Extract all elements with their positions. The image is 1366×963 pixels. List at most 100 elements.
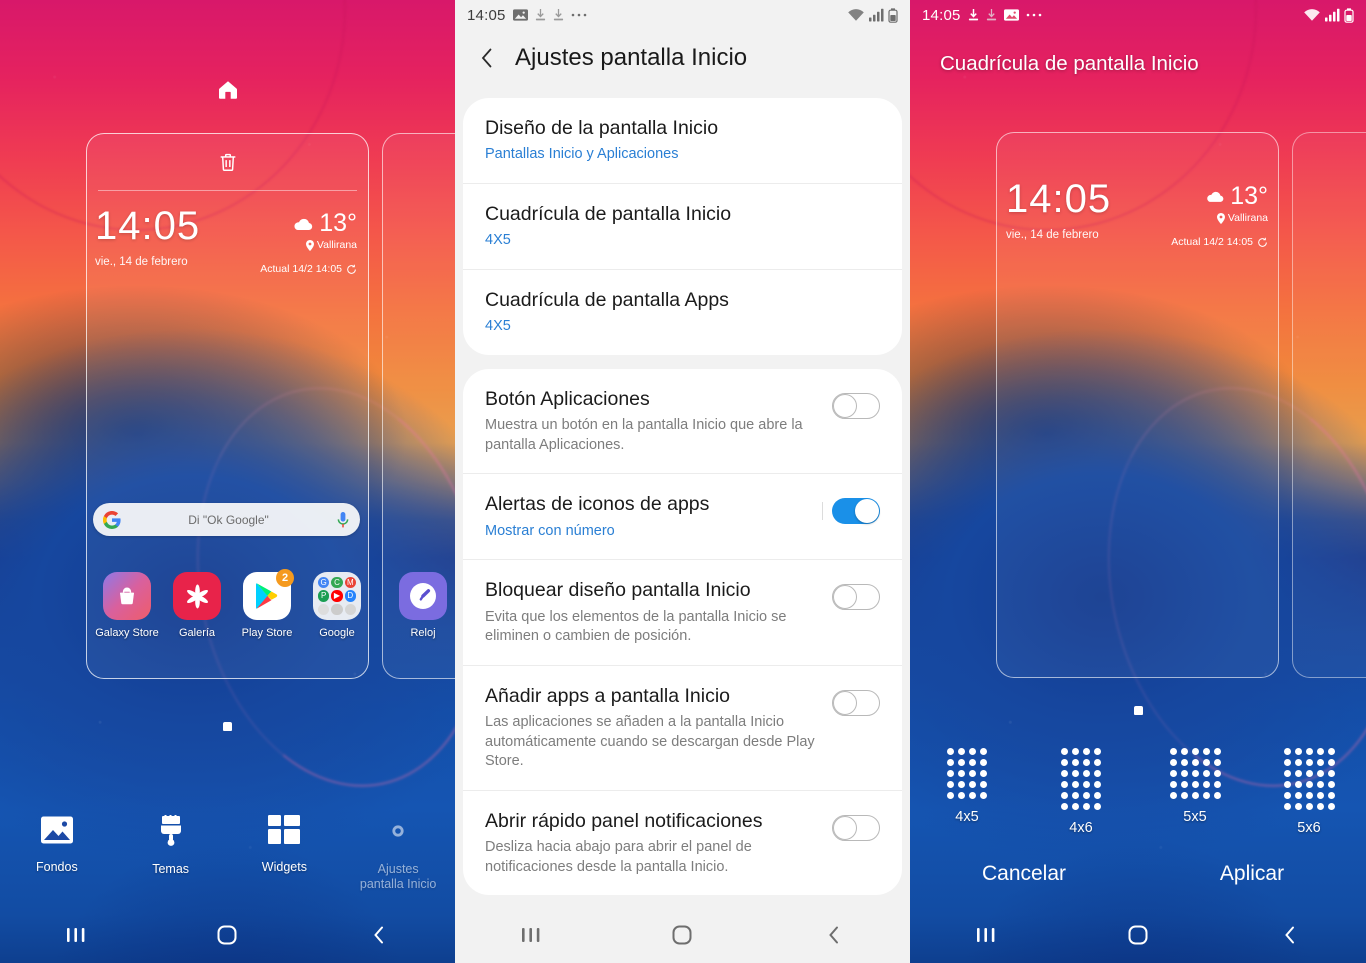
tool-temas[interactable]: Temas — [114, 814, 228, 893]
page-title: Ajustes pantalla Inicio — [515, 44, 748, 71]
toggle-alertas-iconos[interactable] — [822, 498, 880, 525]
widget-location: Vallirana — [316, 239, 357, 251]
grid-action-bar: Cancelar Aplicar — [910, 862, 1366, 886]
cancel-button[interactable]: Cancelar — [910, 862, 1138, 886]
clock-weather-widget: 14:05 vie., 14 de febrero 13° Vallirana — [1006, 178, 1276, 248]
setting-row-bloquear-diseno[interactable]: Bloquear diseño pantalla Inicio Evita qu… — [463, 559, 902, 665]
grid-option-4x6[interactable]: 4x6 — [1024, 742, 1138, 836]
back-button[interactable] — [344, 915, 414, 955]
setting-description: Muestra un botón en la pantalla Inicio q… — [485, 417, 803, 453]
clock-weather-widget[interactable]: 14:05 vie., 14 de febrero 13° Vallirana — [95, 205, 365, 275]
setting-row-alertas-iconos[interactable]: Alertas de iconos de apps Mostrar con nú… — [463, 473, 902, 559]
back-button[interactable] — [799, 915, 869, 955]
setting-row-anadir-apps[interactable]: Añadir apps a pantalla Inicio Las aplica… — [463, 664, 902, 790]
google-g-icon — [103, 510, 121, 529]
grid-option-label: 5x6 — [1297, 820, 1321, 836]
more-notifications-icon — [1026, 12, 1042, 18]
folder-app: G — [318, 577, 330, 589]
app-folder-google[interactable]: G C M P ▶ D Google — [302, 572, 372, 640]
screenshot-stage: 14:05 vie., 14 de febrero 13° Vallirana — [0, 0, 1366, 963]
app-row-current-page: Galaxy Store Galería 2 Play Store G C M … — [92, 569, 372, 640]
grid-option-label: 4x6 — [1069, 820, 1093, 836]
status-bar: 14:05 — [910, 0, 1366, 30]
toggle-boton-aplicaciones[interactable] — [832, 392, 880, 419]
app-galeria[interactable]: Galería — [162, 572, 232, 640]
home-page-preview-next[interactable] — [1292, 132, 1366, 678]
panel-home-edit-mode: 14:05 vie., 14 de febrero 13° Vallirana — [0, 0, 455, 963]
download-icon — [968, 8, 979, 22]
app-reloj[interactable]: Reloj — [388, 572, 455, 640]
widget-divider — [98, 190, 357, 191]
setting-title: Diseño de la pantalla Inicio — [485, 117, 719, 139]
settings-card-toggles: Botón Aplicaciones Muestra un botón en l… — [463, 368, 902, 896]
folder-app: ▶ — [331, 590, 343, 602]
grid-dots-preview — [947, 748, 987, 799]
grid-option-4x5[interactable]: 4x5 — [910, 742, 1024, 836]
status-bar-left: 14:05 — [922, 7, 1042, 24]
settings-card-layout: Diseño de la pantalla Inicio Pantallas I… — [463, 98, 902, 355]
widget-location-row: Vallirana — [1205, 212, 1268, 224]
page-indicator[interactable] — [910, 702, 1366, 720]
home-screen-indicator — [0, 78, 455, 107]
setting-row-diseno-pantalla-inicio[interactable]: Diseño de la pantalla Inicio Pantallas I… — [463, 98, 902, 183]
google-search-widget[interactable]: Di "Ok Google" — [93, 503, 360, 536]
setting-row-cuadricula-pantalla-apps[interactable]: Cuadrícula de pantalla Apps 4X5 — [463, 268, 902, 355]
apply-button[interactable]: Aplicar — [1138, 862, 1366, 886]
home-button[interactable] — [647, 915, 717, 955]
page-indicator[interactable] — [0, 718, 455, 736]
home-button[interactable] — [1103, 915, 1173, 955]
app-row-next-page: Reloj — [388, 572, 455, 640]
setting-row-cuadricula-pantalla-inicio[interactable]: Cuadrícula de pantalla Inicio 4X5 — [463, 182, 902, 269]
widget-location-row: Vallirana — [292, 239, 357, 251]
navigation-bar — [455, 907, 910, 963]
tool-widgets[interactable]: Widgets — [228, 814, 342, 893]
tool-fondos[interactable]: Fondos — [0, 815, 114, 893]
app-galaxy-store[interactable]: Galaxy Store — [92, 572, 162, 640]
recents-button[interactable] — [41, 915, 111, 955]
panel-home-grid-chooser: 14:05 Cuadrícula de pantalla Inicio 14:0… — [910, 0, 1366, 963]
setting-row-boton-aplicaciones[interactable]: Botón Aplicaciones Muestra un botón en l… — [463, 369, 902, 474]
page-dot — [1133, 706, 1143, 715]
folder-app: D — [344, 590, 356, 602]
toggle-bloquear-diseno[interactable] — [832, 584, 880, 611]
setting-row-abrir-rapido-panel[interactable]: Abrir rápido panel notificaciones Desliz… — [463, 789, 902, 896]
clock-app-icon — [399, 572, 447, 620]
home-icon — [214, 78, 242, 102]
setting-value: Pantallas Inicio y Aplicaciones — [485, 146, 679, 163]
setting-title: Añadir apps a pantalla Inicio — [485, 684, 730, 707]
microphone-icon[interactable] — [336, 511, 350, 529]
app-play-store[interactable]: 2 Play Store — [232, 569, 302, 640]
recents-button[interactable] — [496, 915, 566, 955]
galaxy-store-icon — [103, 572, 151, 620]
chevron-left-icon[interactable] — [477, 45, 497, 71]
tool-ajustes-pantalla-inicio[interactable]: Ajustes pantalla Inicio — [341, 815, 455, 893]
cloud-icon — [292, 216, 314, 232]
home-button[interactable] — [192, 915, 262, 955]
tool-label: Temas — [152, 861, 190, 876]
app-label: Google — [319, 627, 355, 639]
recents-button[interactable] — [951, 915, 1021, 955]
download-icon — [986, 8, 997, 22]
remove-widget-button[interactable] — [0, 150, 455, 179]
download-icon — [535, 8, 546, 22]
tool-label-line2: pantalla Inicio — [359, 877, 437, 892]
setting-description: Las aplicaciones se añaden a la pantalla… — [485, 714, 815, 770]
toggle-abrir-rapido-panel[interactable] — [832, 814, 880, 841]
grid-option-5x5[interactable]: 5x5 — [1138, 742, 1252, 836]
setting-value: 4X5 — [485, 318, 511, 335]
setting-title: Bloquear diseño pantalla Inicio — [485, 579, 751, 602]
back-button[interactable] — [1255, 915, 1325, 955]
brush-icon — [156, 814, 186, 847]
wifi-icon — [1303, 8, 1321, 22]
status-time: 14:05 — [922, 6, 961, 24]
navigation-bar — [910, 907, 1366, 963]
trash-icon — [217, 150, 239, 174]
wifi-icon — [847, 8, 865, 22]
grid-option-5x6[interactable]: 5x6 — [1252, 742, 1366, 836]
refresh-icon[interactable] — [346, 264, 357, 275]
widget-weather: 13° Vallirana — [1205, 182, 1268, 224]
toggle-anadir-apps[interactable] — [832, 689, 880, 716]
status-time: 14:05 — [467, 6, 506, 24]
image-icon — [512, 8, 528, 22]
grid-dots-preview — [1169, 748, 1221, 799]
